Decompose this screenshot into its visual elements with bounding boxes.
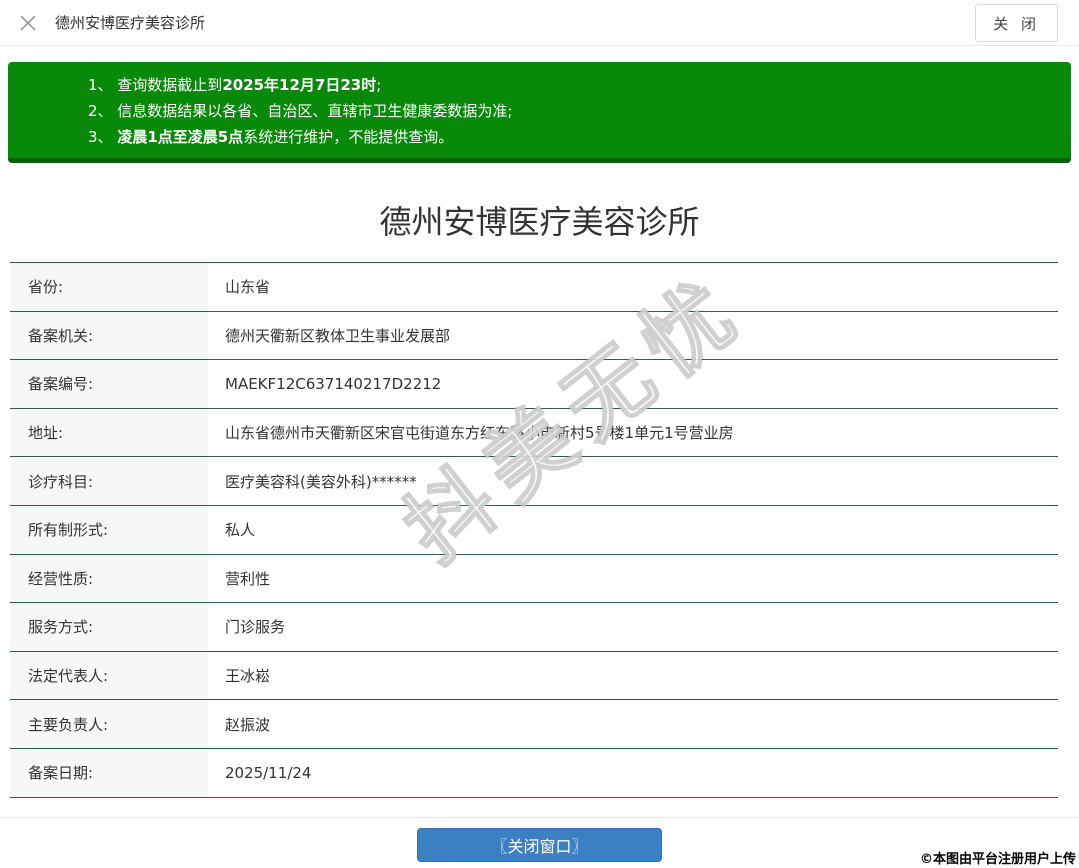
- table-row: 所有制形式: 私人: [10, 505, 1058, 555]
- table-row: 备案编号: MAEKF12C637140217D2212: [10, 360, 1058, 409]
- notice-bold-text: 凌晨1点至凌晨5点: [117, 128, 244, 146]
- field-label: 备案编号:: [10, 360, 208, 408]
- field-value: 门诊服务: [208, 603, 1058, 651]
- upload-credit-watermark: ©本图由平台注册用户上传: [919, 852, 1076, 867]
- notice-line: 2、 信息数据结果以各省、自治区、直辖市卫生健康委数据为准;: [88, 98, 1051, 124]
- field-label: 省份:: [10, 263, 208, 311]
- table-row: 主要负责人: 赵振波: [10, 700, 1058, 749]
- field-label: 所有制形式:: [10, 505, 208, 554]
- notice-text: ;: [376, 76, 382, 94]
- table-row: 经营性质: 营利性: [10, 554, 1058, 604]
- field-value: 山东省德州市天衢新区宋官屯街道东方红东路小申新村5号楼1单元1号营业房: [208, 408, 1058, 457]
- info-table: 省份: 山东省 备案机关: 德州天衢新区教体卫生事业发展部 备案编号: MAEK…: [10, 262, 1058, 798]
- table-row: 备案日期: 2025/11/24: [10, 748, 1058, 798]
- field-value: 2025/11/24: [208, 748, 1058, 797]
- table-row: 诊疗科目: 医疗美容科(美容外科)******: [10, 457, 1058, 506]
- table-row: 省份: 山东省: [10, 263, 1058, 312]
- field-value: 私人: [208, 505, 1058, 554]
- field-label: 诊疗科目:: [10, 457, 208, 505]
- table-row: 法定代表人: 王冰崧: [10, 651, 1058, 701]
- field-label: 地址:: [10, 408, 208, 457]
- field-value: 赵振波: [208, 700, 1058, 748]
- field-value: 营利性: [208, 554, 1058, 603]
- close-button[interactable]: 关 闭: [975, 4, 1058, 42]
- footer-bar: 〖关闭窗口〗: [0, 817, 1079, 868]
- notice-text: 1、 查询数据截止到: [88, 76, 223, 94]
- field-label: 主要负责人:: [10, 700, 208, 748]
- notice-bold-text: 2025年12月7日23时: [222, 76, 377, 94]
- field-label: 备案机关:: [10, 311, 208, 360]
- notice-line: 1、 查询数据截止到2025年12月7日23时;: [88, 72, 1051, 98]
- notice-text: 系统进行维护，不能提供查询。: [243, 128, 454, 146]
- field-value: 山东省: [208, 263, 1058, 311]
- field-value: 医疗美容科(美容外科)******: [208, 457, 1058, 505]
- notice-line: 3、 凌晨1点至凌晨5点系统进行维护，不能提供查询。: [88, 124, 1051, 150]
- field-label: 备案日期:: [10, 748, 208, 797]
- field-label: 法定代表人:: [10, 651, 208, 700]
- close-icon-glyph: [20, 15, 36, 31]
- window-title: 德州安博医疗美容诊所: [55, 14, 206, 32]
- field-value: 王冰崧: [208, 651, 1058, 700]
- field-label: 服务方式:: [10, 603, 208, 651]
- field-value: 德州天衢新区教体卫生事业发展部: [208, 311, 1058, 360]
- table-row: 地址: 山东省德州市天衢新区宋官屯街道东方红东路小申新村5号楼1单元1号营业房: [10, 408, 1058, 458]
- field-value: MAEKF12C637140217D2212: [208, 360, 1058, 408]
- table-row: 备案机关: 德州天衢新区教体卫生事业发展部: [10, 311, 1058, 361]
- notice-text: 3、: [88, 128, 118, 146]
- field-label: 经营性质:: [10, 554, 208, 603]
- close-icon[interactable]: [18, 13, 38, 33]
- page-title: 德州安博医疗美容诊所: [379, 203, 700, 241]
- table-row: 服务方式: 门诊服务: [10, 603, 1058, 652]
- close-window-button[interactable]: 〖关闭窗口〗: [417, 828, 662, 862]
- notice-text: 2、 信息数据结果以各省、自治区、直辖市卫生健康委数据为准;: [88, 102, 513, 120]
- notice-banner: 1、 查询数据截止到2025年12月7日23时; 2、 信息数据结果以各省、自治…: [8, 62, 1071, 163]
- window-titlebar: 德州安博医疗美容诊所 关 闭: [0, 0, 1079, 46]
